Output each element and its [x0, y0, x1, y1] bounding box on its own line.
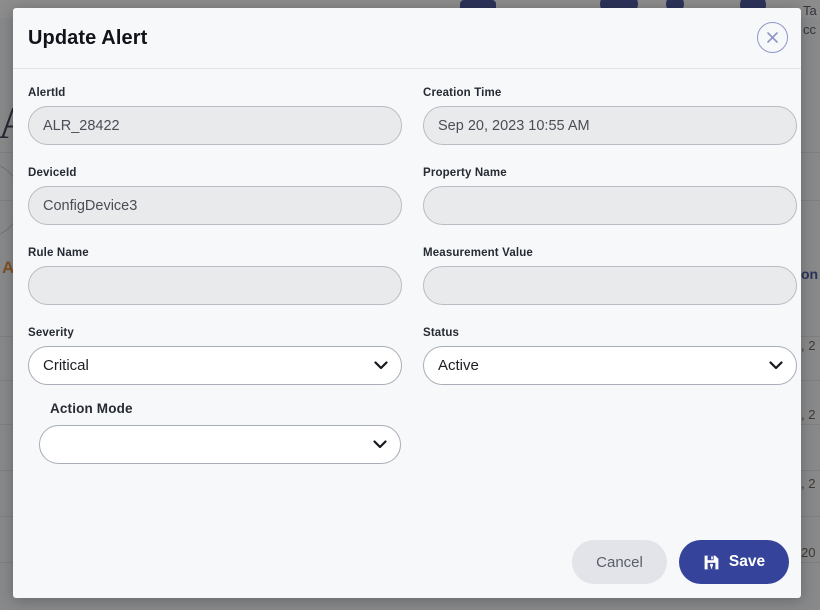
- measurement-value-input: [423, 266, 797, 305]
- dialog-body: AlertId Creation Time DeviceId Property …: [13, 69, 801, 526]
- save-disk-icon: [703, 554, 720, 571]
- field-severity: Severity Critical: [28, 327, 402, 385]
- cancel-button[interactable]: Cancel: [572, 540, 667, 584]
- dialog-title: Update Alert: [28, 26, 148, 49]
- field-alert-id: AlertId: [28, 87, 402, 145]
- rule-name-input: [28, 266, 402, 305]
- alert-id-input: [28, 106, 402, 145]
- label-measurement-value: Measurement Value: [423, 247, 533, 259]
- action-mode-block: Action Mode: [39, 401, 401, 464]
- field-creation-time: Creation Time: [423, 87, 797, 145]
- form-grid: AlertId Creation Time DeviceId Property …: [28, 87, 797, 486]
- dialog-header: Update Alert: [13, 8, 801, 69]
- action-mode-select-wrap: [39, 425, 401, 464]
- field-property-name: Property Name: [423, 167, 797, 225]
- label-severity: Severity: [28, 327, 74, 339]
- label-alert-id: AlertId: [28, 87, 66, 99]
- label-action-mode: Action Mode: [50, 401, 133, 416]
- status-select-wrap: Active: [423, 346, 797, 385]
- label-creation-time: Creation Time: [423, 87, 502, 99]
- property-name-input: [423, 186, 797, 225]
- save-button-label: Save: [728, 553, 766, 570]
- update-alert-dialog: Update Alert AlertId Creation Time Devic…: [13, 8, 801, 598]
- field-status: Status Active: [423, 327, 797, 385]
- dialog-footer: Cancel Save: [13, 526, 801, 598]
- action-mode-select[interactable]: [39, 425, 401, 464]
- creation-time-input: [423, 106, 797, 145]
- device-id-input: [28, 186, 402, 225]
- save-button[interactable]: Save: [679, 540, 789, 584]
- label-property-name: Property Name: [423, 167, 507, 179]
- severity-select-wrap: Critical: [28, 346, 402, 385]
- label-status: Status: [423, 327, 460, 339]
- status-select[interactable]: Active: [423, 346, 797, 385]
- field-rule-name: Rule Name: [28, 247, 402, 305]
- field-measurement-value: Measurement Value: [423, 247, 797, 305]
- label-rule-name: Rule Name: [28, 247, 89, 259]
- severity-select[interactable]: Critical: [28, 346, 402, 385]
- field-device-id: DeviceId: [28, 167, 402, 225]
- field-action-mode: Action Mode: [28, 401, 402, 464]
- close-icon[interactable]: [757, 22, 788, 53]
- label-device-id: DeviceId: [28, 167, 77, 179]
